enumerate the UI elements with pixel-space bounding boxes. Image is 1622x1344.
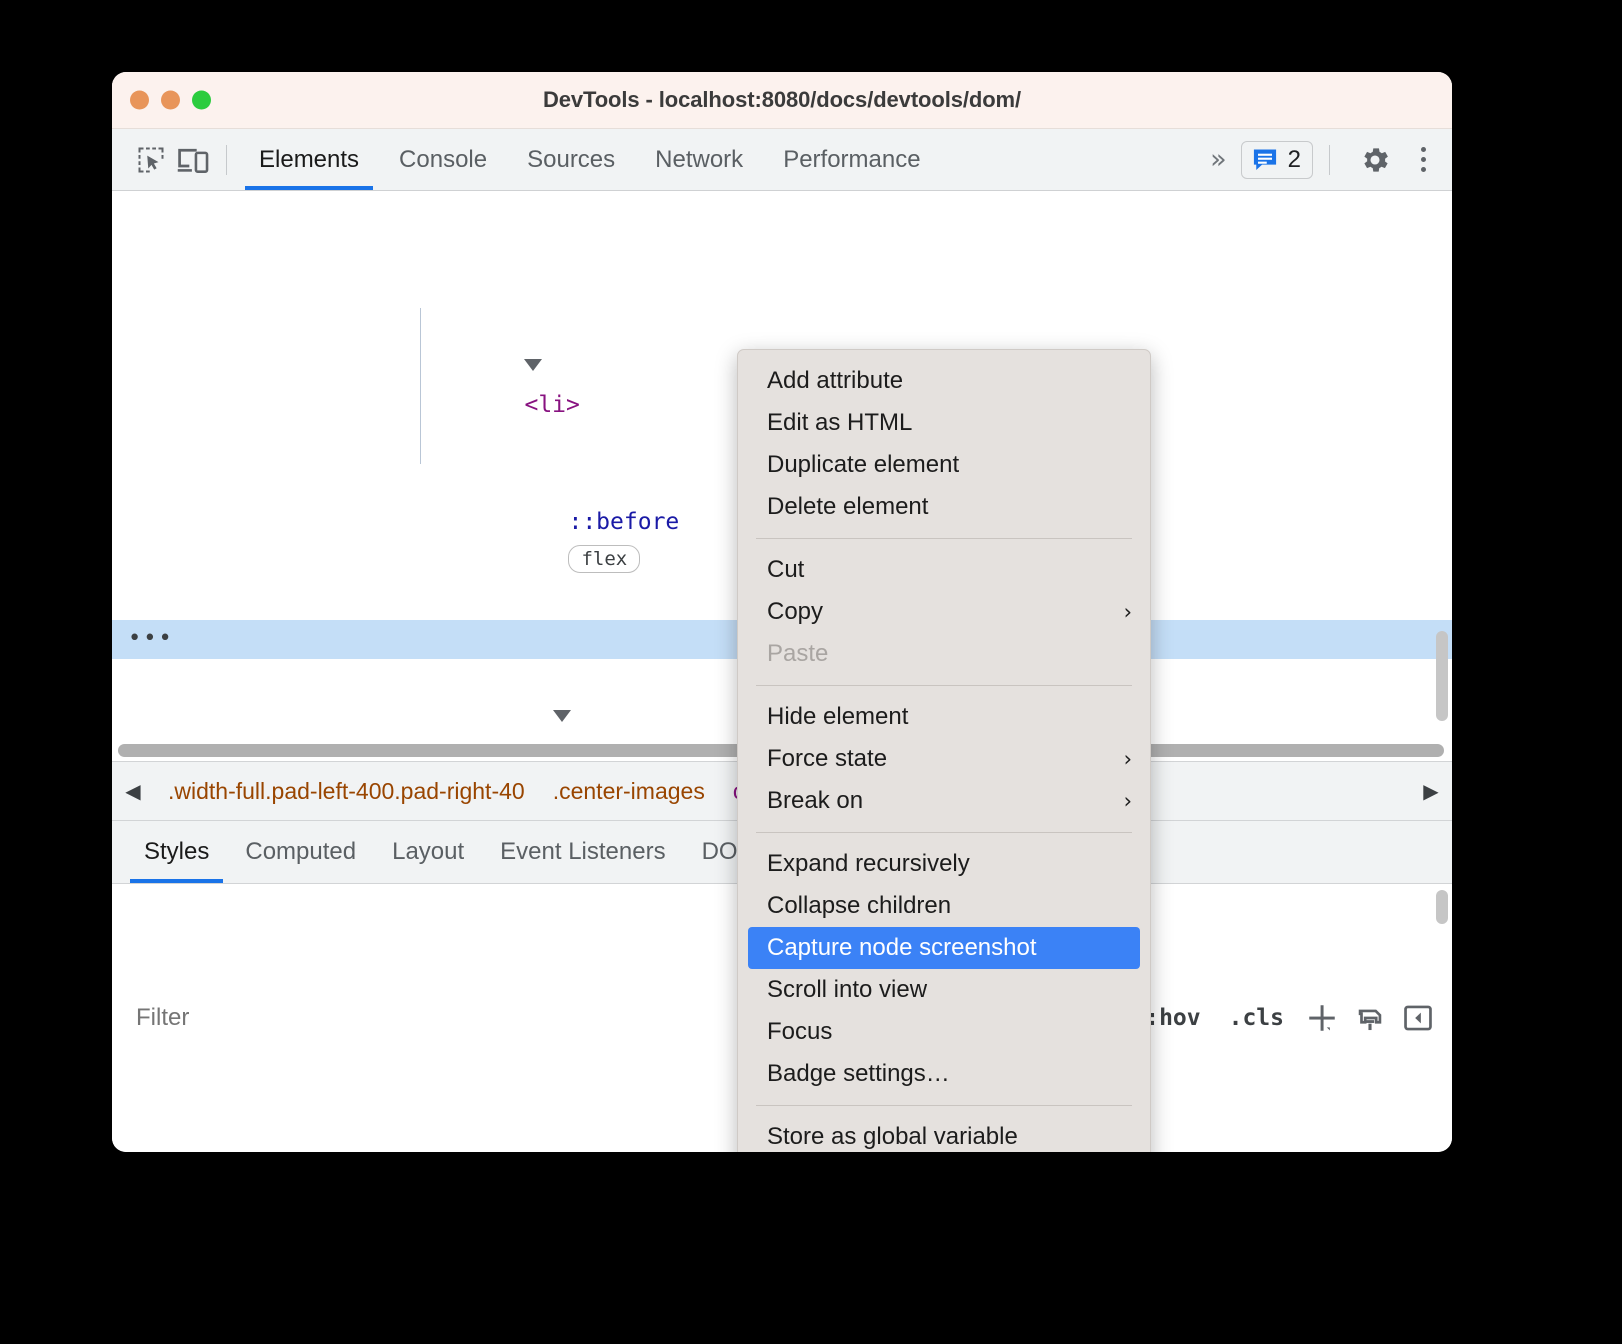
window-title: DevTools - localhost:8080/docs/devtools/… xyxy=(542,87,1022,112)
menu-item-label: Force state xyxy=(767,745,888,772)
devtools-window: DevTools - localhost:8080/docs/devtools/… xyxy=(112,72,1452,1152)
toolbar-divider xyxy=(226,144,227,175)
breadcrumb-item-width-full[interactable]: .width-full.pad-left-400.pad-right-40 xyxy=(154,762,539,820)
chevron-right-icon: › xyxy=(1123,600,1132,624)
flex-badge[interactable]: flex xyxy=(568,545,641,573)
breadcrumb-scroll-right-icon[interactable]: ▶ xyxy=(1410,779,1452,804)
menu-item-add-attribute[interactable]: Add attribute xyxy=(738,360,1150,402)
menu-item-cut[interactable]: Cut xyxy=(738,549,1150,591)
menu-item-collapse-children[interactable]: Collapse children xyxy=(738,885,1150,927)
expand-triangle-icon[interactable] xyxy=(553,710,572,722)
breadcrumb-item-center-images[interactable]: .center-images xyxy=(539,762,719,820)
tab-elements[interactable]: Elements xyxy=(239,129,379,190)
menu-item-label: Break on xyxy=(767,787,864,814)
gear-icon[interactable] xyxy=(1346,139,1404,181)
more-tabs-icon[interactable]: » xyxy=(1200,146,1237,173)
menu-item-capture-node-screenshot[interactable]: Capture node screenshot xyxy=(748,927,1140,969)
menu-separator xyxy=(756,1105,1132,1106)
tab-network[interactable]: Network xyxy=(635,129,763,190)
tab-layout[interactable]: Layout xyxy=(374,821,482,883)
issues-count: 2 xyxy=(1287,145,1301,173)
row-actions-icon[interactable]: ••• xyxy=(128,628,174,650)
dom-tag: <li> xyxy=(524,392,580,418)
toggle-sidebar-icon[interactable] xyxy=(1394,994,1442,1042)
tab-sources[interactable]: Sources xyxy=(507,129,635,190)
menu-item-badge-settings[interactable]: Badge settings… xyxy=(738,1053,1150,1095)
toolbar-divider-2 xyxy=(1329,144,1330,175)
menu-item-delete-element[interactable]: Delete element xyxy=(738,486,1150,528)
zoom-button[interactable] xyxy=(192,90,211,110)
chevron-right-icon: › xyxy=(1123,789,1132,813)
menu-item-store-as-global-variable[interactable]: Store as global variable xyxy=(738,1116,1150,1152)
plus-icon[interactable] xyxy=(1298,994,1346,1042)
tab-event-listeners[interactable]: Event Listeners xyxy=(482,821,683,883)
dom-tree-vertical-scrollbar[interactable] xyxy=(1436,631,1448,721)
menu-item-focus[interactable]: Focus xyxy=(738,1011,1150,1053)
styles-vertical-scrollbar[interactable] xyxy=(1436,890,1448,924)
indent-guide xyxy=(420,308,421,464)
traffic-lights xyxy=(130,90,211,110)
menu-item-hide-element[interactable]: Hide element xyxy=(738,696,1150,738)
menu-item-copy[interactable]: Copy › xyxy=(738,591,1150,633)
tab-computed[interactable]: Computed xyxy=(227,821,374,883)
dom-line-li-open[interactable]: <li> xyxy=(112,308,1452,418)
menu-separator xyxy=(756,538,1132,539)
tab-performance[interactable]: Performance xyxy=(763,129,940,190)
menu-item-break-on[interactable]: Break on › xyxy=(738,780,1150,822)
menu-item-paste: Paste xyxy=(767,640,829,667)
screenshot-root: DevTools - localhost:8080/docs/devtools/… xyxy=(0,0,1622,1344)
menu-separator xyxy=(756,832,1132,833)
toolbar-right-actions: » 2 xyxy=(1200,139,1438,181)
inspect-element-icon[interactable] xyxy=(130,139,172,181)
devtools-toolbar: Elements Console Sources Network Perform… xyxy=(112,129,1452,191)
menu-item-edit-as-html[interactable]: Edit as HTML xyxy=(738,402,1150,444)
issues-message-icon xyxy=(1253,149,1276,170)
menu-item-force-state[interactable]: Force state › xyxy=(738,738,1150,780)
menu-item-expand-recursively[interactable]: Expand recursively xyxy=(738,843,1150,885)
menu-item-label: Copy xyxy=(767,598,824,625)
window-title-bar: DevTools - localhost:8080/docs/devtools/… xyxy=(112,72,1452,129)
expand-triangle-icon[interactable] xyxy=(524,359,543,371)
tab-console[interactable]: Console xyxy=(379,129,507,190)
menu-item-duplicate-element[interactable]: Duplicate element xyxy=(738,444,1150,486)
more-options-icon[interactable] xyxy=(1408,140,1438,180)
device-toolbar-icon[interactable] xyxy=(172,139,214,181)
menu-separator xyxy=(756,685,1132,686)
panel-tabs: Elements Console Sources Network Perform… xyxy=(239,129,941,190)
dom-pseudo-element: ::before xyxy=(568,509,680,535)
issues-button[interactable]: 2 xyxy=(1240,140,1313,179)
minimize-button[interactable] xyxy=(161,90,180,110)
close-button[interactable] xyxy=(130,90,149,110)
element-classes-button[interactable]: .cls xyxy=(1215,1005,1298,1031)
tab-styles[interactable]: Styles xyxy=(126,821,227,883)
context-menu: Add attribute Edit as HTML Duplicate ele… xyxy=(737,349,1151,1152)
chevron-right-icon: › xyxy=(1123,747,1132,771)
print-media-icon[interactable] xyxy=(1346,994,1394,1042)
breadcrumb-scroll-left-icon[interactable]: ◀ xyxy=(112,779,154,804)
menu-item-scroll-into-view[interactable]: Scroll into view xyxy=(738,969,1150,1011)
